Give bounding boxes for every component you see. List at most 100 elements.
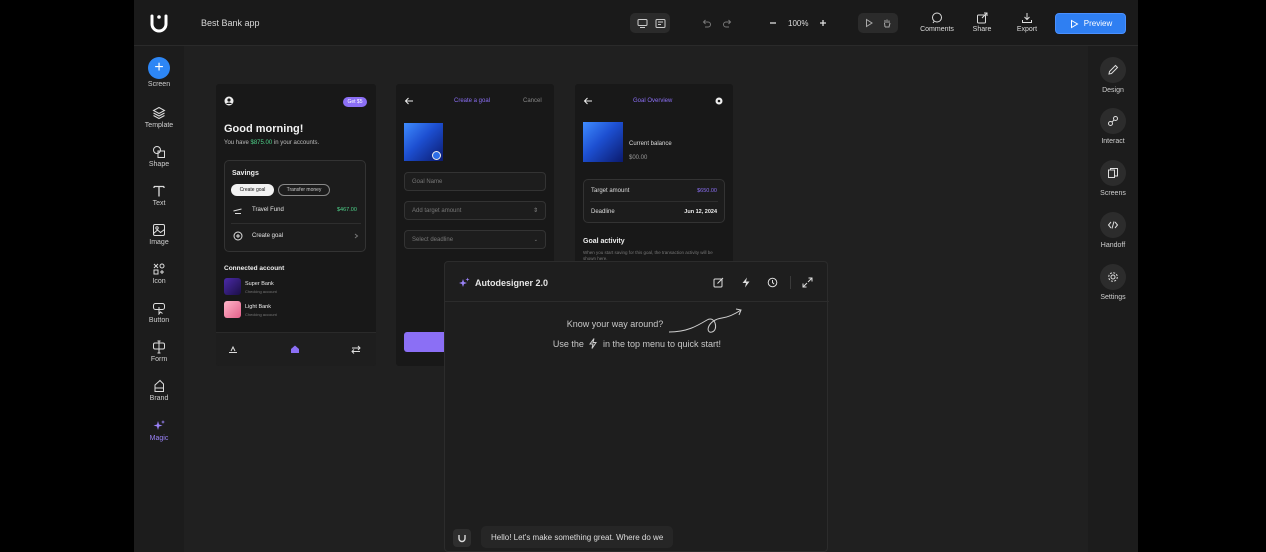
transfer-nav-icon[interactable] xyxy=(351,345,361,354)
autodesigner-header: Autodesigner 2.0 xyxy=(445,262,829,302)
transfer-money-chip[interactable]: Transfer money xyxy=(278,184,330,196)
current-balance-label: Current balance xyxy=(629,141,672,147)
chevron-down-icon: ⌄ xyxy=(533,236,538,243)
design-panel-button[interactable]: Design xyxy=(1088,57,1138,94)
toolbar-label: Image xyxy=(149,239,169,246)
form-icon xyxy=(153,340,165,354)
history-icon[interactable] xyxy=(767,277,778,288)
zoom-level[interactable]: 100% xyxy=(788,19,808,28)
export-button[interactable]: Export xyxy=(1007,12,1047,33)
magic-tool[interactable]: Magic xyxy=(134,419,184,442)
add-screen-button[interactable]: + Screen xyxy=(134,57,184,88)
text-icon xyxy=(153,185,165,197)
shape-icon xyxy=(153,146,165,158)
interact-panel-button[interactable]: Interact xyxy=(1088,108,1138,145)
text-tool[interactable]: Text xyxy=(134,184,184,207)
target-amount-label: Target amount xyxy=(591,188,630,194)
goal-image xyxy=(583,122,623,162)
share-label: Share xyxy=(972,26,992,33)
header-divider xyxy=(790,276,791,289)
goal-activity-title: Goal activity xyxy=(583,238,625,245)
add-circle-icon xyxy=(233,231,243,241)
account-name[interactable]: Light Bank xyxy=(245,304,271,310)
create-goal-row-label[interactable]: Create goal xyxy=(252,233,283,239)
lightning-icon xyxy=(589,338,598,349)
savings-card: Savings Create goal Transfer money Trave… xyxy=(224,160,366,252)
code-icon xyxy=(1100,212,1126,238)
referral-badge[interactable]: Get $5 xyxy=(343,97,367,107)
savings-nav-icon[interactable] xyxy=(228,345,238,354)
gear-icon[interactable] xyxy=(714,96,724,106)
wireframe-view-icon[interactable] xyxy=(653,16,667,30)
icon-tool[interactable]: Icon xyxy=(134,262,184,285)
account-name[interactable]: Super Bank xyxy=(245,281,274,287)
deadline-value: Jun 12, 2024 xyxy=(684,209,717,215)
desktop-view-icon[interactable] xyxy=(635,16,649,30)
toolbar-label: Screen xyxy=(147,81,171,88)
profile-icon[interactable] xyxy=(224,96,234,106)
layers-icon xyxy=(152,106,166,120)
toolbar-label: Handoff xyxy=(1100,242,1126,249)
form-tool[interactable]: Form xyxy=(134,340,184,363)
cancel-link[interactable]: Cancel xyxy=(523,98,542,104)
balance-suffix: in your accounts. xyxy=(272,140,320,146)
edit-image-icon[interactable] xyxy=(432,151,441,160)
target-amount-input[interactable]: Add target amount ⇕ xyxy=(404,201,546,220)
project-title[interactable]: Best Bank app xyxy=(201,18,260,28)
comment-icon xyxy=(932,12,942,24)
create-goal-chip[interactable]: Create goal xyxy=(231,184,274,196)
download-icon xyxy=(1022,13,1032,23)
uizard-logo-icon[interactable] xyxy=(148,13,170,33)
stepper-icon[interactable]: ⇕ xyxy=(533,207,538,214)
divider xyxy=(590,201,718,202)
template-tool[interactable]: Template xyxy=(134,106,184,129)
preview-label: Preview xyxy=(1083,19,1113,28)
preview-button[interactable]: Preview xyxy=(1055,13,1126,34)
back-arrow-icon[interactable] xyxy=(404,97,414,105)
home-nav-icon[interactable] xyxy=(290,344,300,354)
toolbar-label: Magic xyxy=(149,435,169,442)
toolbar-label: Text xyxy=(152,200,166,207)
share-button[interactable]: Share xyxy=(962,12,1002,33)
current-balance-value: $00.00 xyxy=(629,155,648,161)
app-window: Best Bank app 100% Comments Share Export… xyxy=(134,0,1138,552)
target-amount-value: $650.00 xyxy=(697,188,717,194)
settings-panel-button[interactable]: Settings xyxy=(1088,264,1138,301)
deadline-label: Deadline xyxy=(591,209,615,215)
undo-icon[interactable] xyxy=(699,16,713,30)
zoom-in-icon[interactable] xyxy=(816,16,830,30)
redo-icon[interactable] xyxy=(720,16,734,30)
comments-label: Comments xyxy=(920,26,954,33)
button-tool[interactable]: Button xyxy=(134,301,184,324)
shape-tool[interactable]: Shape xyxy=(134,145,184,168)
pointer-icon[interactable] xyxy=(862,16,876,30)
screen-home[interactable]: Get $5 Good morning! You have $875.00 in… xyxy=(216,84,376,366)
balance-prefix: You have xyxy=(224,140,251,146)
goal-name-input[interactable]: Goal Name xyxy=(404,172,546,191)
handoff-panel-button[interactable]: Handoff xyxy=(1088,212,1138,249)
toolbar-label: Icon xyxy=(152,278,166,285)
back-arrow-icon[interactable] xyxy=(583,97,593,105)
autodesigner-panel: Autodesigner 2.0 Know your way around? U… xyxy=(444,261,829,552)
deadline-select[interactable]: Select deadline ⌄ xyxy=(404,230,546,249)
expand-icon[interactable] xyxy=(802,277,813,288)
zoom-out-icon[interactable] xyxy=(766,16,780,30)
link-icon xyxy=(1100,108,1126,134)
screen-goal-overview[interactable]: Goal Overview Current balance $00.00 Tar… xyxy=(575,84,733,284)
travel-fund-amount: $467.00 xyxy=(337,207,357,213)
comments-button[interactable]: Comments xyxy=(917,12,957,33)
balance-summary: You have $875.00 in your accounts. xyxy=(224,140,319,146)
balance-amount: $875.00 xyxy=(250,140,273,146)
brand-tool[interactable]: Brand xyxy=(134,379,184,402)
savings-title: Savings xyxy=(232,170,259,177)
screens-panel-button[interactable]: Screens xyxy=(1088,160,1138,197)
hand-icon[interactable] xyxy=(880,16,894,30)
toolbar-label: Settings xyxy=(1100,294,1126,301)
travel-fund-label[interactable]: Travel Fund xyxy=(252,207,284,213)
lightning-icon[interactable] xyxy=(741,277,751,288)
edit-icon[interactable] xyxy=(713,277,724,288)
screens-icon xyxy=(1100,160,1126,186)
image-tool[interactable]: Image xyxy=(134,223,184,246)
toolbar-label: Design xyxy=(1102,87,1124,94)
sparkle-icon xyxy=(459,277,470,287)
